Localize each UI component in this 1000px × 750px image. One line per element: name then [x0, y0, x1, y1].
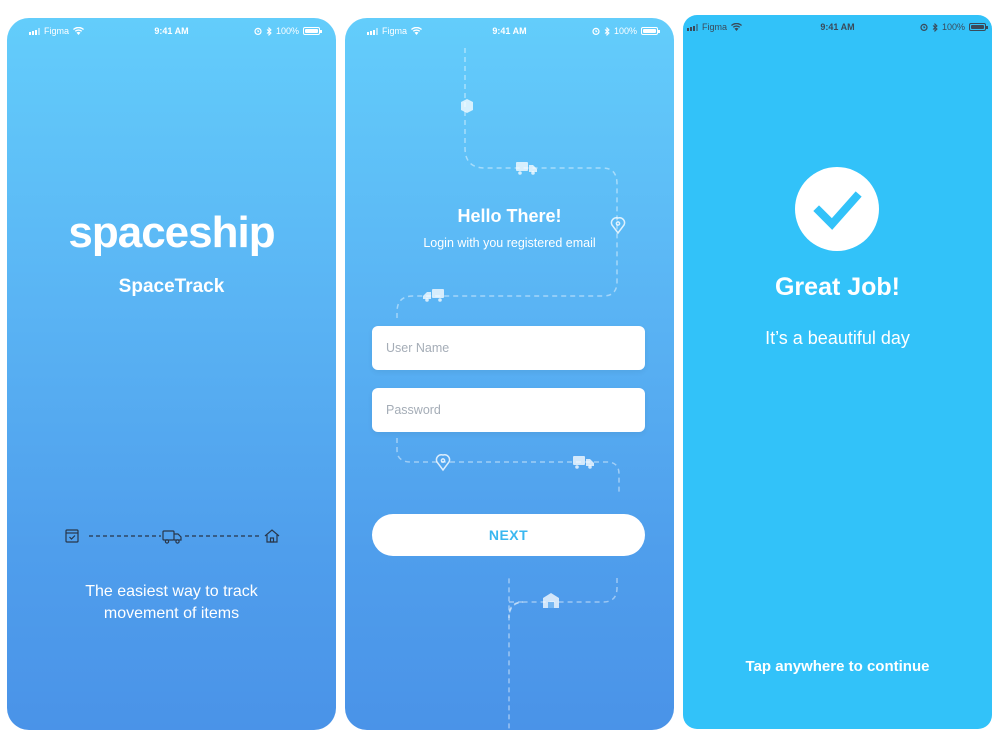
- username-input[interactable]: [372, 326, 645, 370]
- warehouse-icon: [543, 593, 559, 608]
- tracking-line: [65, 529, 280, 544]
- battery-percent: 100%: [613, 26, 637, 36]
- tagline-line-2: movement of items: [103, 605, 240, 622]
- bluetooth-icon: [932, 22, 938, 32]
- alarm-icon: [254, 27, 262, 35]
- status-right: 100%: [592, 26, 660, 36]
- battery-icon: [969, 23, 988, 31]
- battery-percent: 100%: [275, 26, 299, 36]
- password-input[interactable]: [372, 388, 645, 432]
- tagline-line-1: The easiest way to track: [85, 583, 258, 600]
- truck-icon: [516, 162, 537, 175]
- route-background: [396, 48, 626, 730]
- status-bar: Figma 9:41 AM 100%: [7, 18, 336, 42]
- success-badge: [795, 167, 879, 251]
- success-screen[interactable]: Figma 9:41 AM 100% Great Job! It’s a bea…: [683, 15, 992, 729]
- status-right: 100%: [920, 22, 988, 32]
- login-title: Hello There!: [457, 206, 562, 226]
- status-right: 100%: [254, 26, 322, 36]
- battery-percent: 100%: [941, 22, 965, 32]
- box-icon: [461, 99, 473, 113]
- status-bar: Figma 9:41 AM 100%: [683, 15, 992, 39]
- continue-prompt[interactable]: Tap anywhere to continue: [683, 658, 992, 675]
- location-pin-icon: [435, 454, 451, 472]
- app-name: SpaceTrack: [118, 276, 225, 297]
- truck-icon: [162, 530, 182, 544]
- bluetooth-icon: [266, 26, 272, 36]
- battery-icon: [303, 27, 322, 35]
- truck-icon: [423, 289, 444, 302]
- login-subtitle: Login with you registered email: [423, 236, 596, 250]
- battery-icon: [641, 27, 660, 35]
- login-screen: Figma 9:41 AM 100% Hello There! Login wi…: [345, 18, 674, 730]
- alarm-icon: [592, 27, 600, 35]
- package-icon: [65, 529, 79, 543]
- alarm-icon: [920, 23, 928, 31]
- status-bar: Figma 9:41 AM 100%: [345, 18, 674, 42]
- tagline: The easiest way to track movement of ite…: [47, 581, 296, 625]
- truck-icon: [573, 456, 594, 469]
- checkmark-icon: [813, 191, 862, 230]
- next-button[interactable]: NEXT: [372, 514, 645, 556]
- splash-screen: Figma 9:41 AM 100% spaceship SpaceTrack: [7, 18, 336, 730]
- spaceship-logo: spaceship: [68, 208, 275, 257]
- bluetooth-icon: [604, 26, 610, 36]
- success-title: Great Job!: [774, 273, 901, 301]
- success-subtitle: It’s a beautiful day: [765, 328, 910, 348]
- home-icon: [264, 529, 280, 543]
